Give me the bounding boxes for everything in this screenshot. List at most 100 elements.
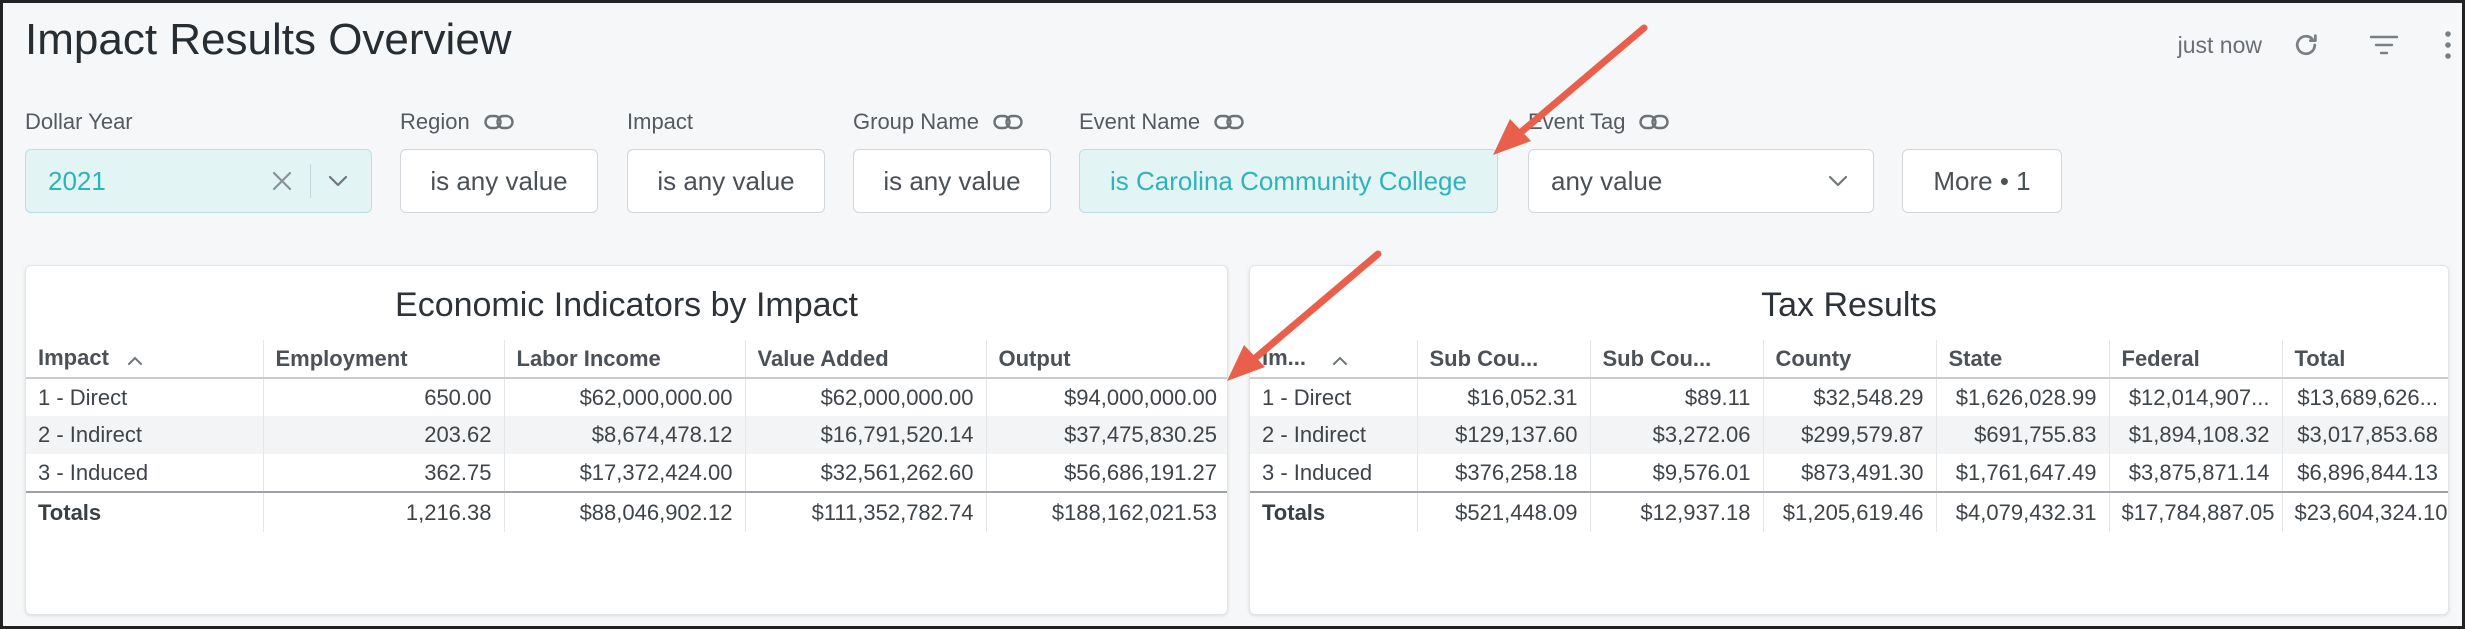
table-cell: 3 - Induced [1250,454,1418,492]
table-cell: $3,272.06 [1590,416,1764,454]
column-header-sub-county-2[interactable]: Sub Cou... [1590,340,1764,379]
column-header-value-added[interactable]: Value Added [745,340,987,379]
table-row: 2 - Indirect $129,137.60 $3,272.06 $299,… [1250,416,2448,454]
table-cell: $62,000,000.00 [745,378,987,416]
filter-label-event-name: Event Name [1079,109,1244,135]
table-cell: $16,791,520.14 [745,416,987,454]
table-cell: $873,491.30 [1763,454,1937,492]
table-cell: $1,626,028.99 [1936,378,2110,416]
impact-filter[interactable]: is any value [627,149,825,213]
filter-label-text: Event Name [1079,109,1201,134]
chevron-down-icon[interactable] [1823,161,1853,201]
table-cell: $88,046,902.12 [504,491,746,532]
table-cell: $32,561,262.60 [745,454,987,492]
column-header-employment[interactable]: Employment [263,340,505,379]
filter-label-text: Dollar Year [25,109,133,134]
more-options-icon[interactable] [2438,25,2458,65]
filter-label-text: Impact [627,109,694,134]
table-cell: $188,162,021.53 [986,491,1227,532]
sort-ascending-icon[interactable] [127,346,143,372]
chevron-down-icon[interactable] [323,161,353,201]
column-header-total[interactable]: Total [2282,340,2448,379]
column-header-federal[interactable]: Federal [2109,340,2283,379]
table-cell: 1 - Direct [1250,378,1418,416]
last-updated-text: just now [2177,31,2262,58]
column-header-output[interactable]: Output [986,340,1227,379]
table-cell: $13,689,626... [2297,384,2438,410]
filter-label-dollar-year: Dollar Year [25,109,133,135]
table-cell: $1,894,108.32 [2109,416,2283,454]
region-filter[interactable]: is any value [400,149,598,213]
link-icon [1639,112,1670,132]
column-header-impact[interactable]: Im... [1250,340,1418,379]
table-cell: 203.62 [263,416,505,454]
more-filters-button[interactable]: More • 1 [1902,149,2062,213]
table-cell: $89.11 [1590,378,1764,416]
table-cell: $12,014,907... [2109,378,2283,416]
table-cell: $3,875,871.14 [2109,454,2283,492]
table-cell: $23,604,324.10 [2282,491,2448,532]
totals-label: Totals [26,491,264,532]
table-cell: $8,674,478.12 [504,416,746,454]
table-cell: $56,686,191.27 [1064,459,1217,485]
refresh-icon[interactable] [2286,25,2326,65]
economic-indicators-panel: Economic Indicators by Impact Impact Emp… [25,265,1228,615]
table-cell: 2 - Indirect [26,416,264,454]
table-cell: $17,784,887.05 [2109,491,2283,532]
table-cell: $129,137.60 [1417,416,1591,454]
dashboard-toolbar: just now [2178,23,2462,67]
event-name-filter[interactable]: is Carolina Community College [1079,149,1498,213]
table-cell: $17,372,424.00 [504,454,746,492]
field-divider [310,164,311,198]
table-header-row: Im... Sub Cou... Sub Cou... County State… [1250,340,2448,379]
column-header-state[interactable]: State [1936,340,2110,379]
column-header-county[interactable]: County [1763,340,1937,379]
link-icon [1214,112,1244,132]
filter-label-text: Region [400,109,470,134]
column-header-label: Impact [38,344,109,370]
table-row: 1 - Direct $16,052.31 $89.11 $32,548.29 … [1250,378,2448,416]
filter-label-region: Region [400,109,514,135]
region-filter-value: is any value [430,165,568,196]
dollar-year-select[interactable]: 2021 [25,149,372,213]
column-header-label: Im... [1262,344,1307,370]
table-cell: $12,937.18 [1590,491,1764,532]
tax-results-table: Im... Sub Cou... Sub Cou... County State… [1250,340,2448,532]
column-header-impact[interactable]: Impact [26,340,264,379]
column-header-sub-county-1[interactable]: Sub Cou... [1417,340,1591,379]
group-name-filter[interactable]: is any value [853,149,1051,213]
table-cell: $9,576.01 [1590,454,1764,492]
table-cell: 2 - Indirect [1250,416,1418,454]
table-cell: $111,352,782.74 [745,491,987,532]
table-cell: $521,448.09 [1417,491,1591,532]
link-icon [993,112,1023,132]
filter-label-event-tag: Event Tag [1528,109,1670,135]
table-row: 2 - Indirect 203.62 $8,674,478.12 $16,79… [26,416,1227,454]
filter-label-text: Group Name [853,109,979,134]
table-cell: $37,475,830.25 [986,416,1227,454]
table-cell: $299,579.87 [1763,416,1937,454]
totals-label: Totals [1250,491,1418,532]
economic-indicators-title: Economic Indicators by Impact [395,286,858,324]
totals-row: Totals 1,216.38 $88,046,902.12 $111,352,… [26,491,1227,532]
filter-icon[interactable] [2364,25,2404,65]
table-cell: 650.00 [263,378,505,416]
table-cell: $94,000,000.00 [1064,384,1217,410]
clear-icon[interactable] [262,161,302,201]
event-name-filter-value: is Carolina Community College [1110,165,1467,196]
totals-row: Totals $521,448.09 $12,937.18 $1,205,619… [1250,491,2448,532]
filter-label-text: Event Tag [1528,109,1626,134]
event-tag-select[interactable]: any value [1528,149,1874,213]
table-cell: $1,761,647.49 [1936,454,2110,492]
table-cell: $6,896,844.13 [2297,459,2438,485]
tax-results-panel: Tax Results Im... Sub Cou... Sub Cou... … [1249,265,2449,615]
table-header-row: Impact Employment Labor Income Value Add… [26,340,1227,379]
page-title: Impact Results Overview [25,15,512,64]
group-name-filter-value: is any value [883,165,1021,196]
column-header-labor-income[interactable]: Labor Income [504,340,746,379]
annotation-arrow [1493,24,1648,155]
sort-ascending-icon[interactable] [1332,346,1348,372]
table-cell: $62,000,000.00 [504,378,746,416]
table-cell: 1 - Direct [26,378,264,416]
table-cell: $16,052.31 [1417,378,1591,416]
